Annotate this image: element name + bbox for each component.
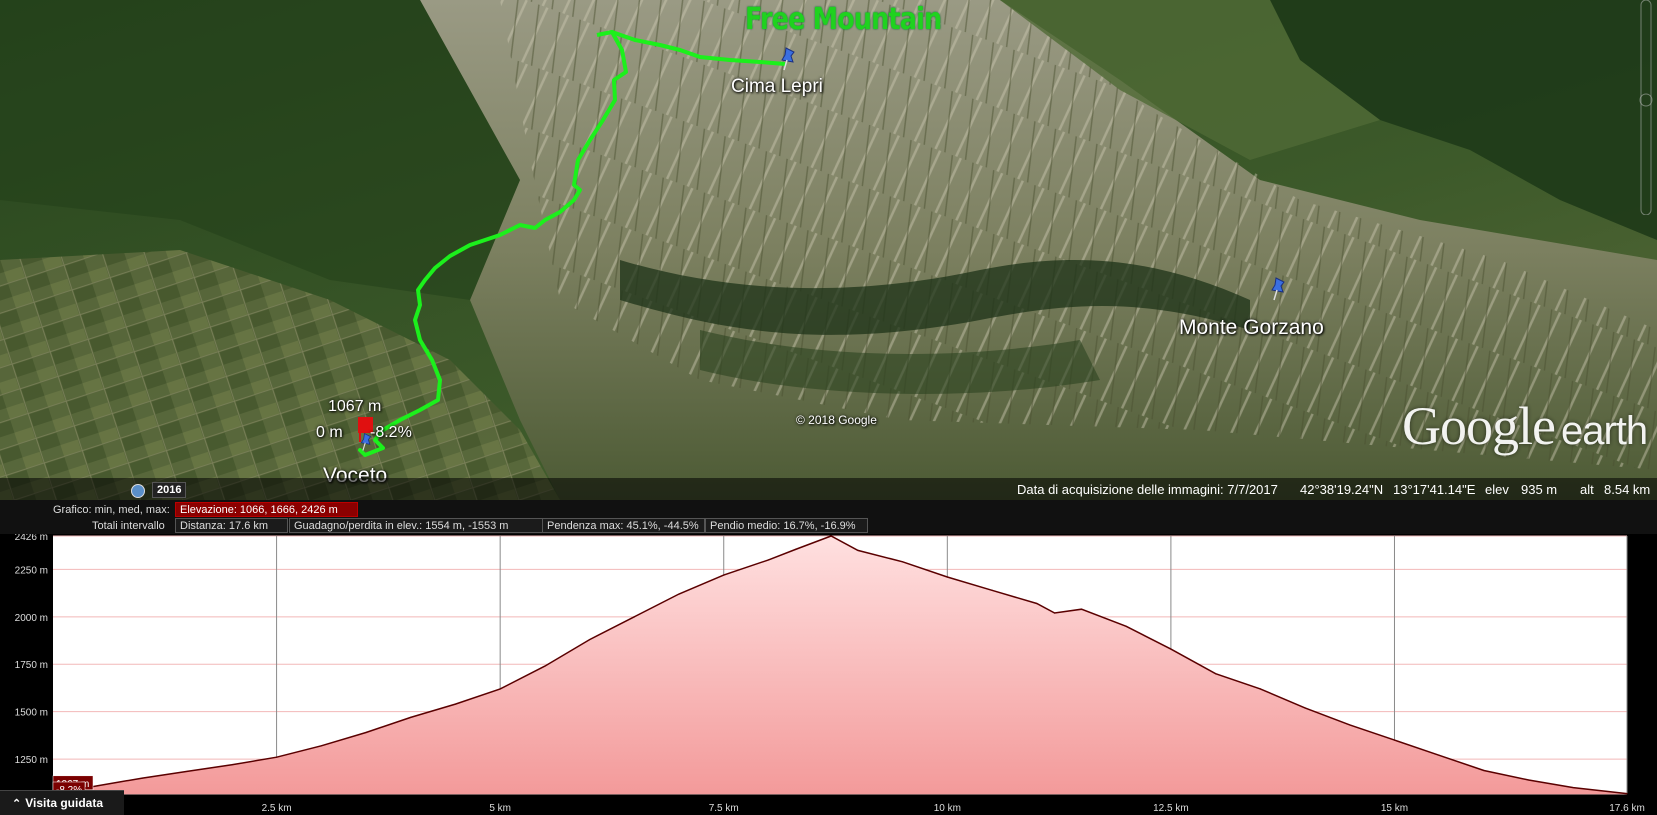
- x-tick-label: 17.6 km: [1609, 803, 1645, 814]
- elevation-point: [946, 576, 948, 578]
- marker-slope-label: -8.2%: [370, 424, 412, 441]
- elevation-stats-box[interactable]: Elevazione: 1066, 1666, 2426 m: [175, 502, 358, 517]
- cima-lepri-label[interactable]: Cima Lepri: [731, 76, 823, 98]
- elevation-point: [1125, 625, 1127, 627]
- zoom-slider[interactable]: [1633, 0, 1657, 215]
- y-tick-label: 1250 m: [15, 755, 48, 766]
- gain-loss-stats-box[interactable]: Guadagno/perdita in elev.: 1554 m, -1553…: [289, 518, 544, 533]
- historical-imagery-clock-icon[interactable]: [131, 484, 145, 498]
- guided-tour-button[interactable]: ⌃ Visita guidata: [0, 790, 124, 815]
- altitude-readout-value: 8.54 km: [1604, 482, 1651, 497]
- elevation-point: [678, 593, 680, 595]
- longitude-readout: 13°17'41.14"E: [1393, 482, 1476, 497]
- elevation-point: [1349, 724, 1351, 726]
- elevation-point: [231, 764, 233, 766]
- elevation-point: [1528, 779, 1530, 781]
- elevation-point: [410, 716, 412, 718]
- elevation-point: [991, 589, 993, 591]
- imagery-date: Data di acquisizione delle immagini: 7/7…: [1017, 482, 1278, 497]
- totals-label: Totali intervallo: [92, 520, 165, 532]
- elevation-point: [186, 770, 188, 773]
- elevation-profile-chart-container[interactable]: 2426 m2250 m2000 m1750 m1500 m1250 m1066…: [0, 532, 1657, 815]
- elevation-point: [794, 548, 796, 551]
- copyright-label: © 2018 Google: [796, 413, 877, 427]
- google-earth-logo: Google earth: [1402, 395, 1648, 457]
- elevation-point: [544, 665, 546, 667]
- avg-slope-stats-box[interactable]: Pendio medio: 16.7%, -16.9%: [705, 518, 868, 533]
- map-view[interactable]: Free Mountain Cima Lepri Monte Gorzano V…: [0, 0, 1657, 500]
- elevation-point: [1054, 612, 1056, 614]
- elevation-point: [830, 535, 832, 537]
- marker-distance-label: 0 m: [316, 424, 343, 441]
- marker-elevation-label: 1067 m: [328, 398, 382, 415]
- elevation-point: [1304, 707, 1306, 709]
- elevation-point: [633, 616, 635, 618]
- elevation-point: [499, 688, 501, 690]
- x-tick-label: 12.5 km: [1153, 803, 1189, 814]
- elevation-readout-value: 935 m: [1521, 482, 1558, 497]
- x-tick-label: 10 km: [934, 803, 961, 814]
- elevation-point: [1080, 608, 1083, 610]
- elevation-point: [1438, 754, 1440, 756]
- x-tick-label: 5 km: [489, 803, 511, 814]
- chevron-up-icon: ⌃: [12, 798, 22, 810]
- elevation-point: [1170, 648, 1172, 650]
- elevation-point: [141, 777, 144, 779]
- monte-gorzano-label[interactable]: Monte Gorzano: [1179, 316, 1324, 340]
- x-tick-label: 15 km: [1381, 803, 1408, 814]
- elevation-point: [902, 561, 904, 563]
- latitude-readout: 42°38'19.24"N: [1300, 482, 1384, 497]
- elevation-point: [275, 756, 278, 758]
- elevation-point: [1626, 793, 1628, 795]
- elevation-profile-chart[interactable]: 2426 m2250 m2000 m1750 m1500 m1250 m1066…: [0, 532, 1657, 815]
- imagery-year-badge[interactable]: 2016: [152, 482, 187, 498]
- elevation-point: [1572, 786, 1574, 789]
- elevation-point: [320, 745, 322, 747]
- graph-label: Grafico: min, med, max:: [53, 504, 170, 516]
- google-earth-logo-main: Google: [1402, 396, 1556, 456]
- guided-tour-label: Visita guidata: [25, 796, 104, 810]
- elevation-point: [723, 574, 725, 576]
- y-tick-label: 1500 m: [15, 708, 48, 719]
- elevation-point: [454, 703, 457, 705]
- elevation-point: [1036, 602, 1038, 605]
- max-slope-stats-box[interactable]: Pendenza max: 45.1%, -44.5%: [542, 518, 705, 533]
- elevation-point: [365, 731, 367, 734]
- elevation-readout-label: elev: [1485, 482, 1509, 497]
- elevation-point: [97, 785, 99, 787]
- elevation-point: [1483, 769, 1485, 772]
- elevation-point: [588, 638, 591, 641]
- elevation-point: [1393, 739, 1396, 741]
- y-tick-label: 2426 m: [15, 534, 48, 543]
- elevation-point: [857, 549, 859, 552]
- status-bar: Data di acquisizione delle immagini: 7/7…: [0, 478, 1657, 500]
- cima-lepri-pushpin-icon[interactable]: [778, 46, 798, 72]
- google-earth-app: Free Mountain Cima Lepri Monte Gorzano V…: [0, 0, 1657, 815]
- y-tick-label: 2250 m: [15, 565, 48, 576]
- monte-gorzano-pushpin-icon[interactable]: [1268, 276, 1288, 302]
- elevation-point: [1259, 688, 1261, 690]
- distance-stats-box[interactable]: Distanza: 17.6 km: [175, 518, 288, 533]
- google-earth-logo-suffix: earth: [1560, 409, 1648, 453]
- altitude-readout-label: alt: [1580, 482, 1594, 497]
- x-tick-label: 2.5 km: [262, 803, 292, 814]
- x-tick-label: 7.5 km: [709, 803, 739, 814]
- free-mountain-watermark: Free Mountain: [745, 2, 942, 37]
- elevation-point: [767, 559, 770, 561]
- elevation-profile-header: Grafico: min, med, max: Elevazione: 1066…: [0, 500, 1657, 534]
- elevation-point: [1215, 673, 1217, 675]
- y-tick-label: 2000 m: [15, 613, 48, 624]
- y-tick-label: 1750 m: [15, 660, 48, 671]
